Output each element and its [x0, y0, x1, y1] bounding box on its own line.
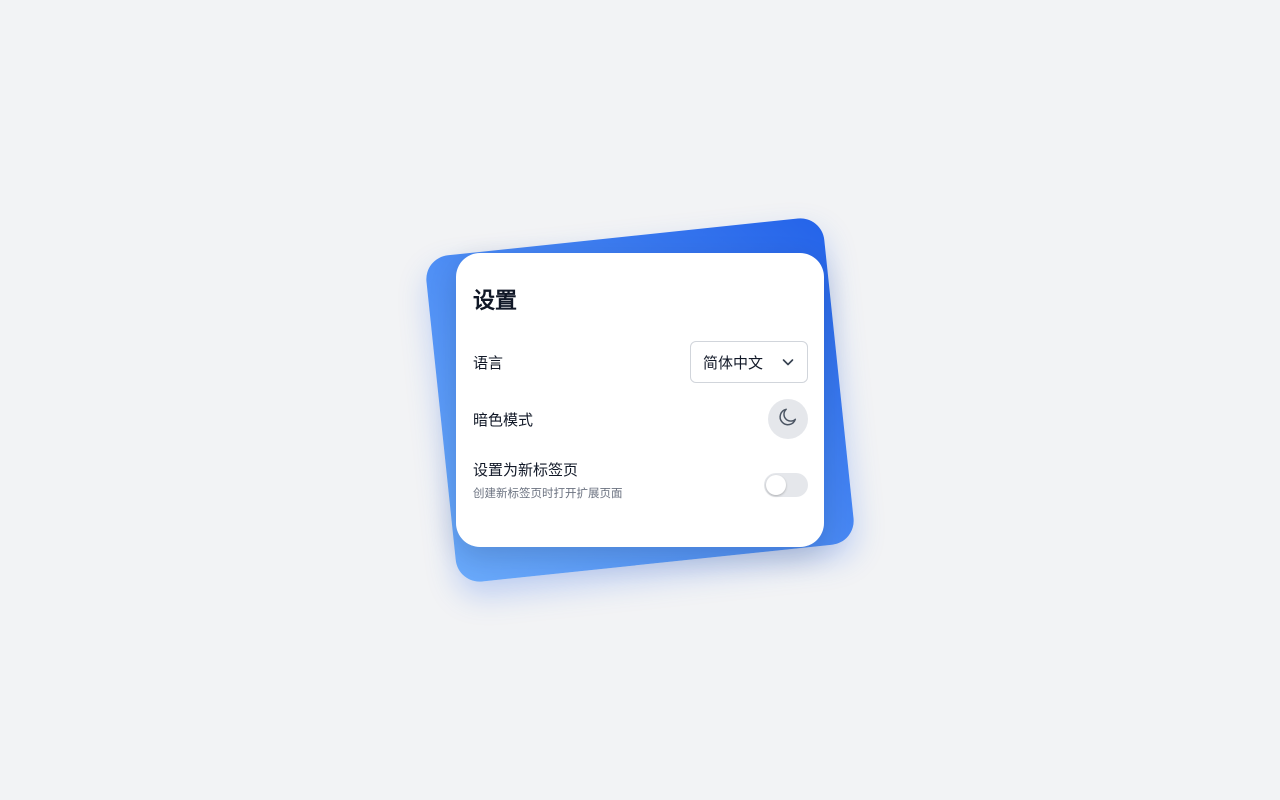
language-select[interactable]: 简体中文 — [690, 341, 808, 383]
dark-mode-label: 暗色模式 — [473, 410, 534, 429]
new-tab-label: 设置为新标签页 — [473, 461, 579, 479]
new-tab-description: 创建新标签页时打开扩展页面 — [473, 486, 623, 500]
dark-mode-row: 暗色模式 — [473, 399, 808, 439]
moon-icon — [777, 406, 799, 432]
language-label: 语言 — [473, 353, 504, 372]
chevron-down-icon — [781, 355, 795, 369]
new-tab-toggle[interactable] — [764, 473, 808, 497]
settings-title: 设置 — [473, 289, 518, 314]
new-tab-text: 设置为新标签页 创建新标签页时打开扩展页面 — [473, 459, 623, 501]
toggle-knob — [766, 475, 786, 495]
language-select-value: 简体中文 — [703, 353, 764, 372]
language-row: 语言 简体中文 — [473, 341, 808, 383]
settings-card: 设置 语言 简体中文 暗色模式 设置为新标签页 创建新标签页时打开扩展页面 — [456, 253, 824, 547]
page: 设置 语言 简体中文 暗色模式 设置为新标签页 创建新标签页时打开扩展页面 — [0, 0, 1280, 800]
new-tab-row: 设置为新标签页 创建新标签页时打开扩展页面 — [473, 457, 808, 503]
dark-mode-toggle-button[interactable] — [768, 399, 808, 439]
